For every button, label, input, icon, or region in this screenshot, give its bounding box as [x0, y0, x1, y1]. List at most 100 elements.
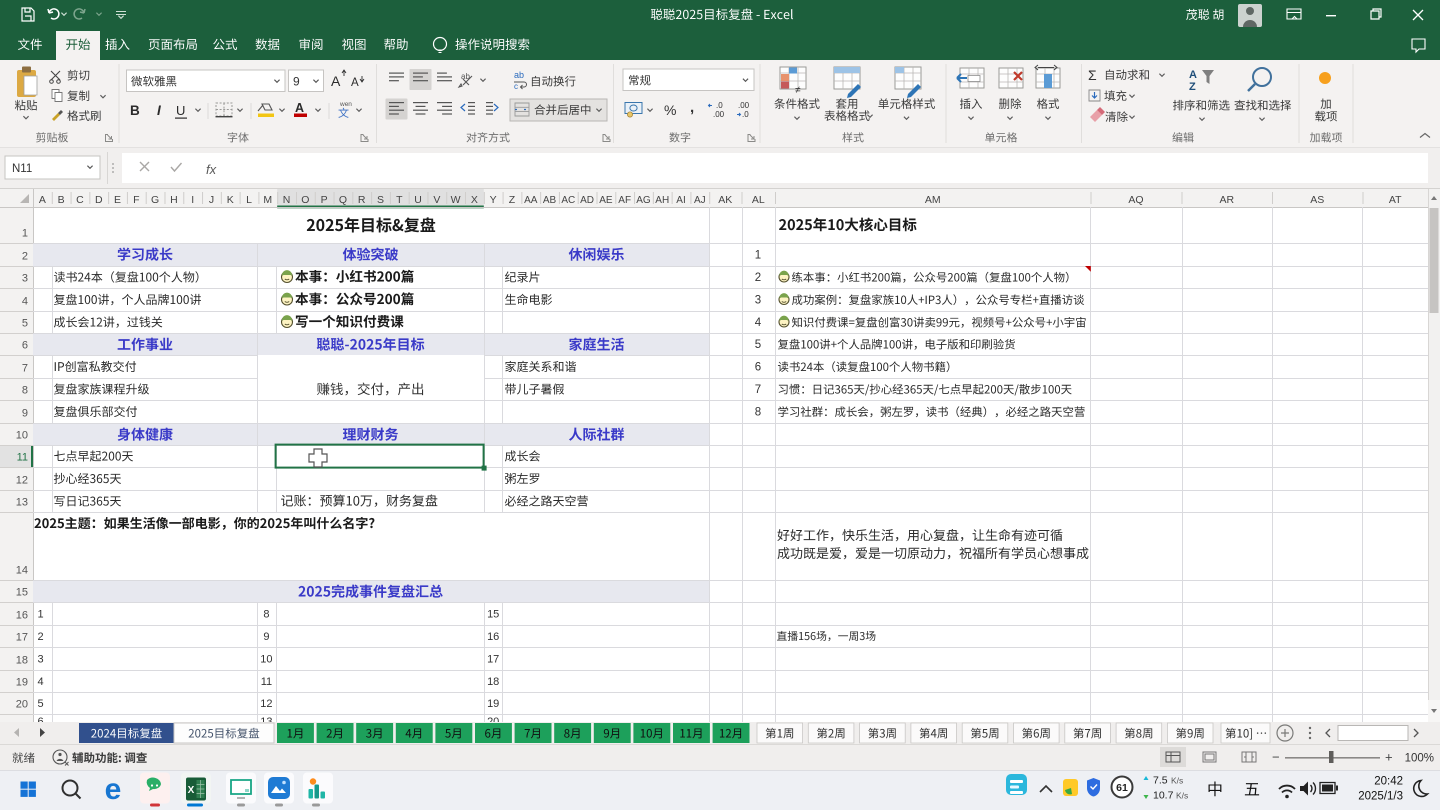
svg-text:,: ,	[690, 99, 694, 116]
svg-text:B: B	[130, 103, 140, 118]
svg-text:X: X	[471, 194, 478, 206]
svg-text:.00: .00	[738, 101, 750, 110]
svg-text:20:42: 20:42	[1374, 776, 1403, 788]
svg-text:8: 8	[755, 407, 761, 419]
svg-text:Z: Z	[509, 194, 516, 206]
svg-text:10: 10	[260, 654, 272, 666]
svg-text:L: L	[246, 194, 252, 206]
svg-text:19: 19	[16, 677, 28, 689]
svg-text:10: 10	[16, 430, 28, 442]
svg-text:15: 15	[16, 587, 28, 599]
svg-text:≠: ≠	[795, 85, 801, 96]
svg-text:fx: fx	[206, 162, 217, 177]
svg-text:3: 3	[38, 654, 44, 666]
svg-text:C: C	[76, 194, 84, 206]
svg-text:N: N	[283, 194, 291, 206]
svg-text:Σ: Σ	[1088, 67, 1097, 83]
svg-text:2: 2	[755, 272, 761, 284]
svg-text:AC: AC	[561, 195, 575, 206]
svg-text:.00: .00	[713, 110, 725, 119]
svg-text:18: 18	[16, 655, 28, 667]
svg-text:AD: AD	[580, 195, 594, 206]
svg-text:16: 16	[487, 631, 499, 643]
svg-text:17: 17	[16, 632, 28, 644]
svg-text:Y: Y	[490, 194, 497, 206]
svg-text:1: 1	[38, 609, 44, 621]
svg-text:3: 3	[755, 295, 761, 307]
svg-text:AR: AR	[1219, 194, 1234, 206]
svg-text:A: A	[351, 77, 359, 89]
svg-text:6: 6	[22, 340, 28, 352]
svg-text:12: 12	[16, 475, 28, 487]
svg-text:wen: wen	[339, 101, 352, 108]
svg-text:e: e	[105, 773, 122, 806]
svg-text:11: 11	[17, 452, 28, 464]
svg-text:20: 20	[16, 699, 28, 711]
svg-text:B: B	[58, 194, 65, 206]
svg-text:.0: .0	[716, 101, 723, 110]
svg-text:M: M	[263, 194, 272, 206]
svg-text:19: 19	[487, 698, 499, 710]
svg-text:AT: AT	[1389, 194, 1402, 206]
svg-text:H: H	[170, 194, 178, 206]
svg-text:I: I	[191, 194, 194, 206]
svg-text:2025/1/3: 2025/1/3	[1358, 791, 1403, 803]
svg-text:1: 1	[755, 250, 761, 262]
svg-text:5: 5	[755, 339, 761, 351]
svg-text:T: T	[396, 194, 403, 206]
svg-text:.0: .0	[742, 110, 749, 119]
svg-text:2: 2	[22, 251, 28, 263]
svg-text:6: 6	[755, 362, 761, 374]
svg-text:18: 18	[487, 676, 499, 688]
svg-text:N11: N11	[12, 163, 32, 175]
svg-text:Z: Z	[1189, 81, 1196, 93]
svg-text:16: 16	[16, 610, 28, 622]
svg-text:3: 3	[22, 273, 28, 285]
svg-text:7: 7	[755, 384, 761, 396]
svg-text:Q: Q	[339, 194, 347, 206]
svg-text:U: U	[176, 103, 185, 118]
svg-text:c: c	[514, 82, 518, 91]
svg-text:61: 61	[1116, 782, 1128, 794]
svg-text:K: K	[227, 194, 234, 206]
svg-text:8: 8	[22, 385, 28, 397]
svg-text:K/s: K/s	[1176, 791, 1188, 801]
svg-text:12: 12	[260, 698, 272, 710]
svg-text:9: 9	[293, 75, 300, 89]
svg-text:AH: AH	[655, 195, 669, 206]
svg-text:13: 13	[16, 497, 28, 509]
svg-text:%: %	[664, 102, 676, 118]
svg-text:AK: AK	[718, 194, 732, 206]
svg-text:AB: AB	[543, 195, 557, 206]
svg-text:AA: AA	[524, 195, 538, 206]
svg-text:+: +	[1385, 750, 1393, 765]
svg-text:A: A	[331, 73, 341, 89]
svg-text:A: A	[295, 101, 304, 115]
svg-text:7.5: 7.5	[1153, 775, 1168, 787]
svg-text:AS: AS	[1310, 194, 1324, 206]
svg-text:F: F	[133, 194, 139, 206]
svg-text:A: A	[1189, 69, 1197, 81]
svg-text:ab: ab	[461, 72, 470, 81]
svg-text:K/s: K/s	[1171, 776, 1183, 786]
svg-text:W: W	[451, 194, 461, 206]
svg-text:AM: AM	[925, 194, 941, 206]
svg-text:5: 5	[22, 318, 28, 330]
svg-text:8: 8	[263, 609, 269, 621]
svg-text:V: V	[433, 194, 440, 206]
svg-text:1: 1	[22, 228, 28, 240]
svg-text:11: 11	[261, 676, 272, 688]
svg-text:4: 4	[38, 676, 44, 688]
svg-text:−: −	[1272, 750, 1280, 765]
svg-text:10.7: 10.7	[1153, 790, 1174, 802]
svg-text:100%: 100%	[1405, 753, 1434, 765]
svg-text:O: O	[301, 194, 309, 206]
svg-text:7: 7	[22, 363, 28, 375]
svg-text:P: P	[321, 194, 328, 206]
svg-text:X: X	[188, 785, 195, 796]
svg-text:ab: ab	[514, 70, 524, 80]
svg-text:14: 14	[16, 565, 28, 577]
svg-text:G: G	[151, 194, 159, 206]
svg-text:I: I	[157, 103, 161, 118]
svg-text:9: 9	[263, 631, 269, 643]
